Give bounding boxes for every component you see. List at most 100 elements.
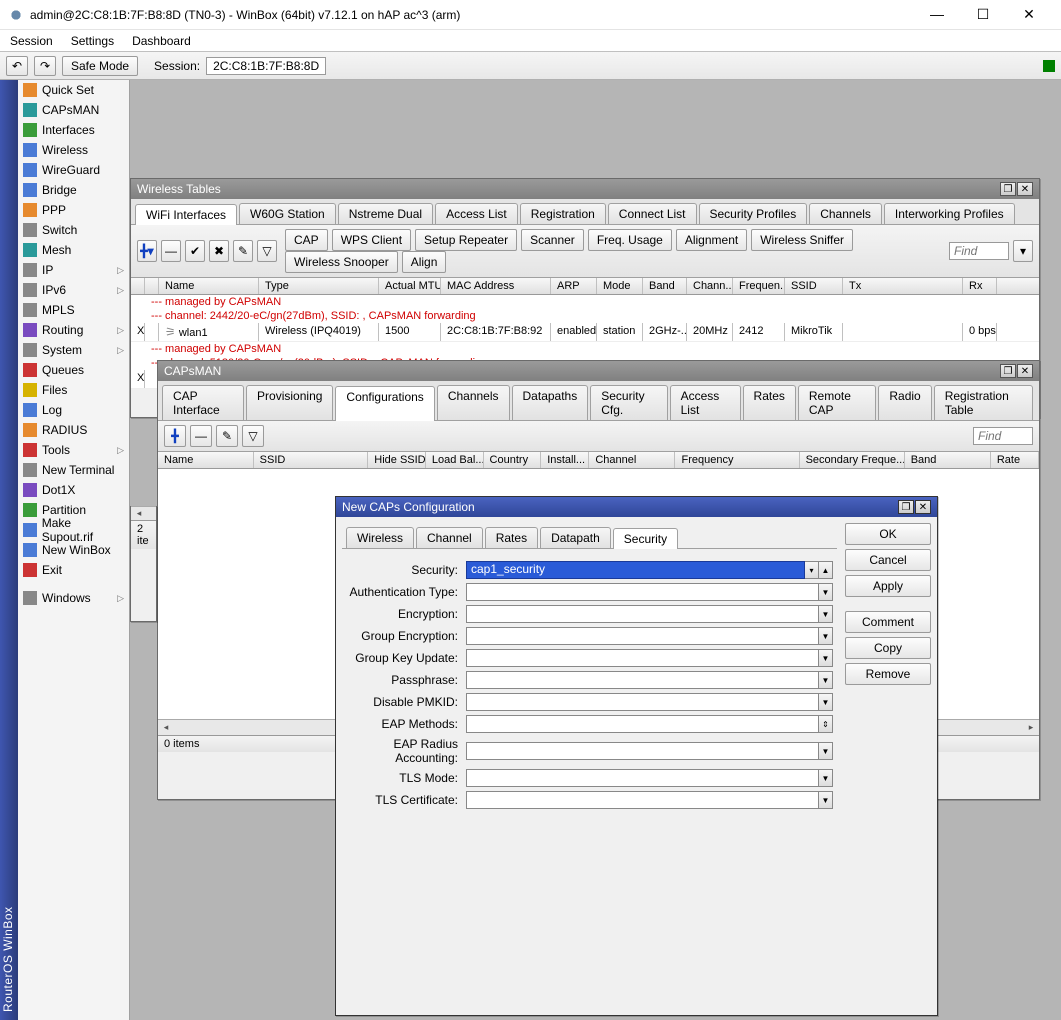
tab-provisioning[interactable]: Provisioning xyxy=(246,385,333,420)
col-header[interactable]: SSID xyxy=(785,278,843,294)
sidebar-item-exit[interactable]: Exit xyxy=(18,560,129,580)
comment-button[interactable]: ✎ xyxy=(233,240,253,262)
copy-button[interactable]: Copy xyxy=(845,637,931,659)
field-input[interactable] xyxy=(466,605,819,623)
close-button[interactable]: ✕ xyxy=(1015,6,1043,23)
sidebar-item-files[interactable]: Files xyxy=(18,380,129,400)
field-input[interactable] xyxy=(466,649,819,667)
tab-radio[interactable]: Radio xyxy=(878,385,931,420)
find-input[interactable] xyxy=(973,427,1033,445)
enable-button[interactable]: ✔ xyxy=(185,240,205,262)
scanner-button[interactable]: Scanner xyxy=(521,229,584,251)
col-header[interactable]: Secondary Freque... xyxy=(800,452,905,468)
dropdown-icon[interactable]: ▼ xyxy=(819,742,833,760)
dropdown-icon[interactable]: ▼ xyxy=(819,671,833,689)
col-header[interactable]: Name xyxy=(159,278,259,294)
restore-icon[interactable]: ❐ xyxy=(1000,182,1016,196)
field-input[interactable] xyxy=(466,715,819,733)
sidebar-item-ppp[interactable]: PPP xyxy=(18,200,129,220)
dropdown-icon[interactable]: ▼ xyxy=(819,605,833,623)
close-icon[interactable]: ✕ xyxy=(1017,364,1033,378)
tab-registration-table[interactable]: Registration Table xyxy=(934,385,1033,420)
ok-button[interactable]: OK xyxy=(845,523,931,545)
tab-access-list[interactable]: Access List xyxy=(670,385,741,420)
col-header[interactable]: Install... xyxy=(541,452,589,468)
tab-channels[interactable]: Channels xyxy=(437,385,510,420)
col-header[interactable]: Actual MTU xyxy=(379,278,441,294)
col-header[interactable] xyxy=(145,278,159,294)
col-header[interactable]: Frequency xyxy=(675,452,799,468)
remove-button[interactable]: Remove xyxy=(845,663,931,685)
redo-button[interactable]: ↷ xyxy=(34,56,56,76)
col-header[interactable]: Hide SSID xyxy=(368,452,426,468)
safe-mode-button[interactable]: Safe Mode xyxy=(62,56,138,76)
dropdown-icon[interactable]: ▼ xyxy=(819,791,833,809)
close-icon[interactable]: ✕ xyxy=(915,500,931,514)
close-icon[interactable]: ✕ xyxy=(1017,182,1033,196)
filter-button[interactable]: ▽ xyxy=(242,425,264,447)
sidebar-item-dot1x[interactable]: Dot1X xyxy=(18,480,129,500)
remove-button[interactable]: — xyxy=(161,240,181,262)
col-header[interactable]: ARP xyxy=(551,278,597,294)
sidebar-item-capsman[interactable]: CAPsMAN xyxy=(18,100,129,120)
stepper-icon[interactable]: ⇕ xyxy=(819,715,833,733)
filter-button[interactable]: ▽ xyxy=(257,240,277,262)
dropdown-button[interactable]: ▾ xyxy=(1013,240,1033,262)
tab-configurations[interactable]: Configurations xyxy=(335,386,434,421)
tab-nstreme-dual[interactable]: Nstreme Dual xyxy=(338,203,433,224)
tab-channels[interactable]: Channels xyxy=(809,203,882,224)
col-header[interactable]: Channel xyxy=(589,452,675,468)
sidebar-item-windows[interactable]: Windows▷ xyxy=(18,588,129,608)
table-row[interactable]: X⚞ wlan1Wireless (IPQ4019)15002C:C8:1B:7… xyxy=(131,323,1039,342)
scroll-right-icon[interactable]: ▸ xyxy=(1023,722,1039,733)
tab-registration[interactable]: Registration xyxy=(520,203,606,224)
sidebar-item-log[interactable]: Log xyxy=(18,400,129,420)
dropdown-icon[interactable]: ▼ xyxy=(819,693,833,711)
tab-wireless[interactable]: Wireless xyxy=(346,527,414,548)
restore-icon[interactable]: ❐ xyxy=(1000,364,1016,378)
dropdown-icon[interactable]: ▼ xyxy=(819,649,833,667)
col-header[interactable]: Country xyxy=(484,452,542,468)
remove-button[interactable]: — xyxy=(190,425,212,447)
sidebar-item-mpls[interactable]: MPLS xyxy=(18,300,129,320)
col-header[interactable]: Rate xyxy=(991,452,1039,468)
field-input[interactable] xyxy=(466,791,819,809)
sidebar-item-make-supout-rif[interactable]: Make Supout.rif xyxy=(18,520,129,540)
comment-button[interactable]: ✎ xyxy=(216,425,238,447)
col-header[interactable]: SSID xyxy=(254,452,369,468)
wps-client-button[interactable]: WPS Client xyxy=(332,229,411,251)
sidebar-item-interfaces[interactable]: Interfaces xyxy=(18,120,129,140)
col-header[interactable]: Tx xyxy=(843,278,963,294)
comment-button[interactable]: Comment xyxy=(845,611,931,633)
scroll-left-icon[interactable]: ◂ xyxy=(158,722,174,733)
tab-datapaths[interactable]: Datapaths xyxy=(512,385,589,420)
menu-dashboard[interactable]: Dashboard xyxy=(132,34,191,48)
restore-icon[interactable]: ❐ xyxy=(898,500,914,514)
cap-button[interactable]: CAP xyxy=(285,229,328,251)
col-header[interactable]: Frequen... xyxy=(733,278,785,294)
col-header[interactable]: Load Bal... xyxy=(426,452,484,468)
tab-w60g-station[interactable]: W60G Station xyxy=(239,203,336,224)
tab-wifi-interfaces[interactable]: WiFi Interfaces xyxy=(135,204,237,225)
tab-remote-cap[interactable]: Remote CAP xyxy=(798,385,876,420)
tab-cap-interface[interactable]: CAP Interface xyxy=(162,385,244,420)
sidebar-item-ip[interactable]: IP▷ xyxy=(18,260,129,280)
disable-button[interactable]: ✖ xyxy=(209,240,229,262)
tab-datapath[interactable]: Datapath xyxy=(540,527,611,548)
setup-repeater-button[interactable]: Setup Repeater xyxy=(415,229,517,251)
alignment-button[interactable]: Alignment xyxy=(676,229,747,251)
col-header[interactable]: Band xyxy=(905,452,991,468)
col-header[interactable]: Band xyxy=(643,278,687,294)
sidebar-item-wireless[interactable]: Wireless xyxy=(18,140,129,160)
tab-channel[interactable]: Channel xyxy=(416,527,483,548)
maximize-button[interactable]: ☐ xyxy=(969,6,997,23)
dropdown-icon[interactable]: ▼ xyxy=(819,627,833,645)
tab-security-cfg-[interactable]: Security Cfg. xyxy=(590,385,667,420)
apply-button[interactable]: Apply xyxy=(845,575,931,597)
sidebar-item-wireguard[interactable]: WireGuard xyxy=(18,160,129,180)
wireless-snooper-button[interactable]: Wireless Snooper xyxy=(285,251,398,273)
sidebar-item-system[interactable]: System▷ xyxy=(18,340,129,360)
capsman-titlebar[interactable]: CAPsMAN ❐ ✕ xyxy=(158,361,1039,381)
col-header[interactable]: Mode xyxy=(597,278,643,294)
field-input[interactable] xyxy=(466,742,819,760)
